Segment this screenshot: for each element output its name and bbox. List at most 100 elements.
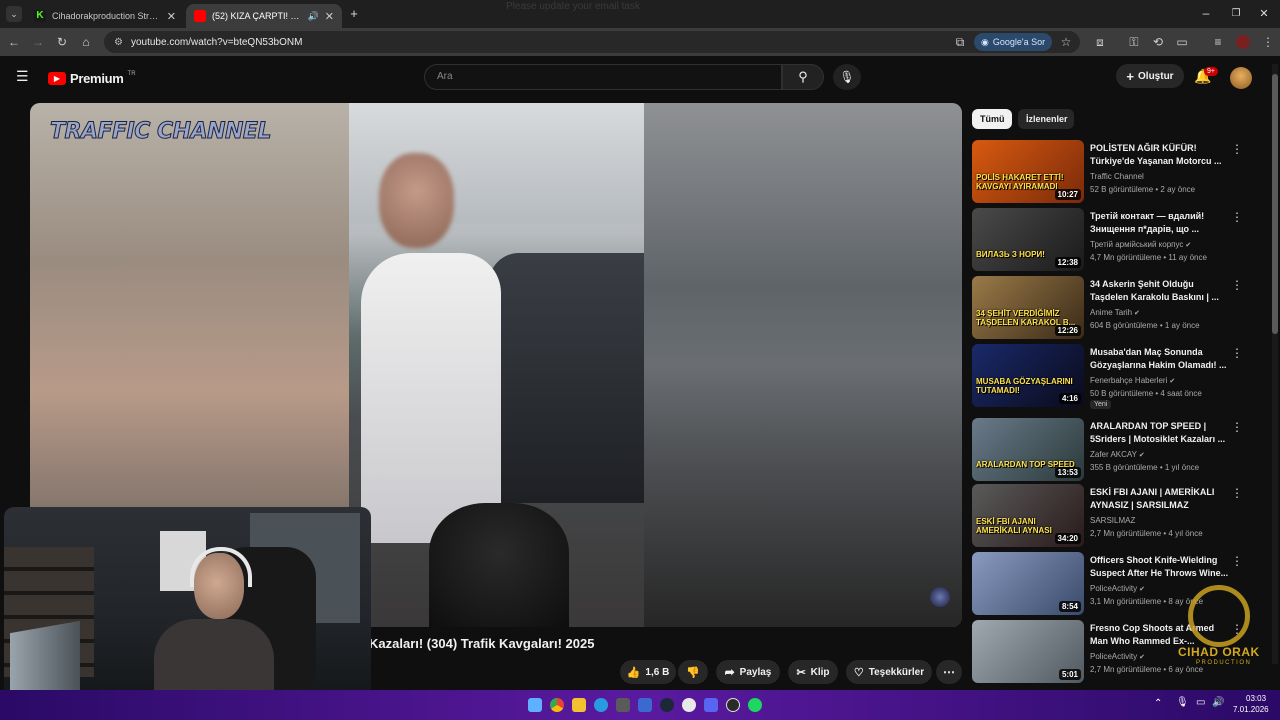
speaker-icon[interactable]: 🔊 <box>308 11 319 22</box>
password-icon[interactable]: ⚿ <box>1126 34 1142 50</box>
recommendation-item[interactable]: ESKİ FBI AJANI AMERİKALI AYNASI 34:20 ESKİ… <box>972 484 1262 548</box>
video-thumbnail[interactable]: ВИЛАЗЬ З НОРИ! 12:38 <box>972 208 1084 271</box>
more-vert-icon[interactable]: ⋮ <box>1231 210 1243 224</box>
video-title[interactable]: ESKİ FBI AJANI | AMERİKALI AYNASIZ | SAR… <box>1090 486 1230 512</box>
reload-icon[interactable]: ↻ <box>54 34 70 50</box>
profile-icon[interactable] <box>1236 35 1250 49</box>
channel-name[interactable]: PoliceActivity ✔ <box>1090 584 1145 593</box>
devices-icon[interactable]: ▭ <box>1174 34 1190 50</box>
discord-icon[interactable] <box>704 698 718 712</box>
overlay-text: Please update your email task <box>506 1 640 12</box>
tab-title: (52) KIZA ÇARPTI! Türkiye'd <box>212 11 305 21</box>
tab-search-button[interactable]: ⌄ <box>6 6 22 22</box>
video-thumbnail[interactable]: POLİS HAKARET ETTİ! KAVGAYI AYIRAMADI 10:… <box>972 140 1084 203</box>
more-vert-icon[interactable]: ⋮ <box>1231 554 1243 568</box>
site-info-icon[interactable]: ⚙ <box>114 37 123 48</box>
video-title[interactable]: Третій контакт — вдалий! Знищення п*дарі… <box>1090 210 1230 236</box>
start-menu-icon[interactable] <box>528 698 542 712</box>
history-icon[interactable]: ⟲ <box>1150 34 1166 50</box>
channel-name[interactable]: PoliceActivity ✔ <box>1090 652 1145 661</box>
chip-watched[interactable]: İzlenenler <box>1018 109 1074 129</box>
notification-badge: 9+ <box>1204 67 1218 76</box>
channel-avatar-icon[interactable] <box>930 587 950 607</box>
cast-icon[interactable]: ⧉ <box>952 34 968 50</box>
file-explorer-icon[interactable] <box>572 698 586 712</box>
channel-name[interactable]: Traffic Channel <box>1090 172 1144 181</box>
video-title[interactable]: POLİSTEN AĞIR KÜFÜR! Türkiye'de Yaşanan … <box>1090 142 1230 168</box>
more-vert-icon[interactable]: ⋮ <box>1231 420 1243 434</box>
close-window-button[interactable]: ✕ <box>1256 6 1272 22</box>
clock-time[interactable]: 03:03 <box>1246 694 1266 703</box>
video-thumbnail[interactable]: ARALARDAN TOP SPEED 13:53 <box>972 418 1084 481</box>
more-actions-button[interactable]: ⋯ <box>936 660 962 684</box>
channel-name[interactable]: SARSILMAZ <box>1090 516 1135 525</box>
more-vert-icon[interactable]: ⋮ <box>1231 278 1243 292</box>
steam-icon[interactable] <box>660 698 674 712</box>
video-thumbnail[interactable]: 34 ŞEHİT VERDİĞİMİZ TAŞDELEN KARAKOL B..… <box>972 276 1084 339</box>
recommendation-item[interactable]: MUSABA GÖZYAŞLARINI TUTAMADI! 4:16 Musaba'… <box>972 344 1262 409</box>
ask-google-button[interactable]: ◉ Google'a Sor <box>974 33 1053 51</box>
store-icon[interactable] <box>638 698 652 712</box>
close-icon[interactable]: ✕ <box>325 10 334 23</box>
search-input[interactable]: Ara <box>424 64 782 90</box>
more-vert-icon[interactable]: ⋮ <box>1231 486 1243 500</box>
channel-name[interactable]: Zafer AKCAY ✔ <box>1090 450 1145 459</box>
channel-name[interactable]: Fenerbahçe Haberleri ✔ <box>1090 376 1175 385</box>
channel-name[interactable]: Anime Tarih ✔ <box>1090 308 1140 317</box>
app-icon[interactable] <box>682 698 696 712</box>
video-thumbnail[interactable]: ESKİ FBI AJANI AMERİKALI AYNASI 34:20 <box>972 484 1084 547</box>
obs-icon[interactable] <box>726 698 740 712</box>
video-thumbnail[interactable]: MUSABA GÖZYAŞLARINI TUTAMADI! 4:16 <box>972 344 1084 407</box>
tray-volume-icon[interactable]: 🔊 <box>1212 697 1224 708</box>
more-vert-icon[interactable]: ⋮ <box>1231 346 1243 360</box>
address-bar[interactable]: ⚙ youtube.com/watch?v=bteQN53bONM <box>104 31 1080 53</box>
calculator-icon[interactable] <box>616 698 630 712</box>
close-icon[interactable]: ✕ <box>167 10 176 23</box>
minimize-button[interactable]: – <box>1198 6 1214 22</box>
menu-dots-icon[interactable]: ⋮ <box>1260 34 1276 50</box>
video-title[interactable]: Officers Shoot Knife-Wielding Suspect Af… <box>1090 554 1230 580</box>
tray-mic-icon[interactable]: 🎙 <box>1176 697 1189 708</box>
chrome-icon[interactable] <box>550 698 564 712</box>
new-tab-button[interactable]: + <box>346 6 362 22</box>
create-button[interactable]: + Oluştur <box>1116 64 1184 88</box>
page-scrollbar[interactable] <box>1272 64 1278 664</box>
clock-date[interactable]: 7.01.2026 <box>1233 705 1269 714</box>
maximize-button[interactable]: ❐ <box>1228 6 1244 22</box>
spotify-icon[interactable] <box>748 698 762 712</box>
more-vert-icon[interactable]: ⋮ <box>1231 142 1243 156</box>
video-title[interactable]: ARALARDAN TOP SPEED | 5Sriders | Motosik… <box>1090 420 1230 446</box>
video-thumbnail[interactable]: 5:01 <box>972 620 1084 683</box>
youtube-logo[interactable]: ▶ Premium TR <box>48 69 136 87</box>
back-icon[interactable]: ← <box>6 34 22 50</box>
channel-name[interactable]: Третій армійський корпус ✔ <box>1090 240 1191 249</box>
dislike-button[interactable]: 👎 <box>678 660 708 684</box>
hamburger-menu-icon[interactable]: ☰ <box>16 68 32 84</box>
voice-search-button[interactable]: 🎙 <box>833 64 861 90</box>
scrollbar-thumb[interactable] <box>1272 74 1278 334</box>
thanks-button[interactable]: ♡ Teşekkürler <box>846 660 932 684</box>
tab-kick-stream[interactable]: K Cihadorakproduction Stream - ✕ <box>26 4 184 28</box>
share-button[interactable]: ➦ Paylaş <box>716 660 780 684</box>
search-button[interactable]: ⚲ <box>782 64 824 90</box>
recommendation-item[interactable]: ARALARDAN TOP SPEED 13:53 ARALARDAN TOP SP… <box>972 418 1262 482</box>
home-icon[interactable]: ⌂ <box>78 34 94 50</box>
video-title[interactable]: 34 Askerin Şehit Olduğu Taşdelen Karakol… <box>1090 278 1230 304</box>
tray-network-icon[interactable]: ▭ <box>1196 697 1205 708</box>
recommendation-item[interactable]: POLİS HAKARET ETTİ! KAVGAYI AYIRAMADI 10:… <box>972 140 1262 204</box>
recommendation-item[interactable]: ВИЛАЗЬ З НОРИ! 12:38 Третій контакт — вдал… <box>972 208 1262 272</box>
tray-chevron-icon[interactable]: ⌃ <box>1154 698 1162 709</box>
extensions-icon[interactable]: ⧈ <box>1092 34 1108 50</box>
avatar[interactable] <box>1230 67 1252 89</box>
forward-icon[interactable]: → <box>30 34 46 50</box>
recommendation-item[interactable]: 34 ŞEHİT VERDİĞİMİZ TAŞDELEN KARAKOL B..… <box>972 276 1262 340</box>
edge-icon[interactable] <box>594 698 608 712</box>
tab-youtube-video[interactable]: (52) KIZA ÇARPTI! Türkiye'd 🔊 ✕ <box>186 4 342 28</box>
like-button[interactable]: 👍 1,6 B <box>620 660 676 684</box>
video-thumbnail[interactable]: 8:54 <box>972 552 1084 615</box>
reading-list-icon[interactable]: ≡ <box>1210 34 1226 50</box>
bookmark-star-icon[interactable]: ☆ <box>1058 34 1074 50</box>
video-title[interactable]: Musaba'dan Maç Sonunda Gözyaşlarına Haki… <box>1090 346 1230 372</box>
chip-all[interactable]: Tümü <box>972 109 1012 129</box>
clip-button[interactable]: ✂ Klip <box>788 660 838 684</box>
